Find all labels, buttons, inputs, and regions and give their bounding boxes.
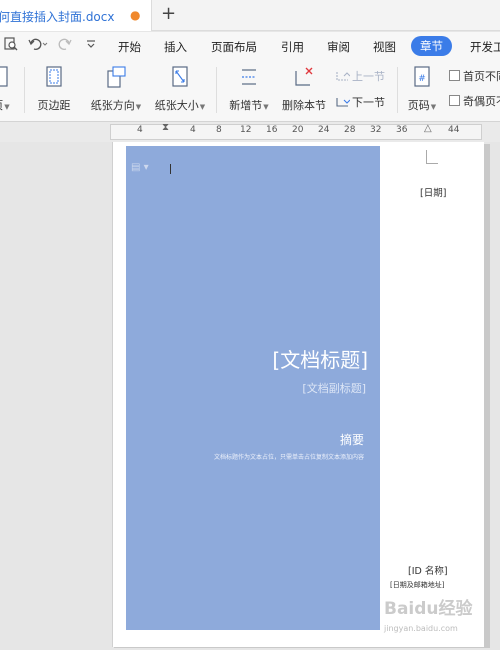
page-size-button[interactable]: 纸张大小▼ xyxy=(153,65,207,117)
tab-bar: 何直接插入封面.docx ● + xyxy=(0,0,500,31)
ruler-tick-label: 20 xyxy=(292,125,304,135)
checkbox-icon xyxy=(449,70,460,81)
orientation-label: 纸张方向 xyxy=(90,99,135,112)
cover-abstract-heading[interactable]: 摘要 xyxy=(340,431,364,448)
cover-date-field[interactable]: [日期] xyxy=(420,185,446,199)
menu-chapter[interactable]: 章节 xyxy=(411,36,452,56)
print-preview-icon[interactable] xyxy=(4,37,18,54)
delete-section-label: 删除本节 xyxy=(282,99,326,112)
text-cursor xyxy=(170,164,171,174)
cover-abstract-body[interactable]: 文档标题作为文本占位，只需单击占位复制文本添加内容 xyxy=(214,452,364,461)
first-page-different-checkbox[interactable]: 首页不同 xyxy=(449,68,500,84)
next-section-label: 下一节 xyxy=(352,96,385,109)
watermark-brand: Baidu经验 xyxy=(384,599,473,619)
next-section-icon xyxy=(336,98,351,107)
odd-even-different-label: 奇偶页不 xyxy=(463,95,500,108)
cover-subtitle[interactable]: [文档副标题] xyxy=(302,380,366,396)
ribbon-separator xyxy=(397,67,398,113)
document-tab-title: 何直接插入封面.docx xyxy=(0,10,115,24)
cover-page-label: 页 xyxy=(0,99,3,112)
menu-view[interactable]: 视图 xyxy=(373,39,396,55)
svg-text:#: # xyxy=(418,74,426,84)
delete-section-button[interactable]: 删除本节 xyxy=(280,65,328,117)
new-section-icon xyxy=(242,69,256,85)
caret-down-icon: ▼ xyxy=(263,103,269,111)
page-size-label: 纸张大小 xyxy=(154,99,199,112)
page-number-label: 页码 xyxy=(407,99,430,112)
margins-button[interactable]: 页边距 xyxy=(35,65,73,117)
ruler-tick-label: 36 xyxy=(396,125,408,135)
ruler-tick-label: 8 xyxy=(216,125,222,135)
caret-down-icon: ▼ xyxy=(430,103,437,111)
ruler-tick-label: 4 xyxy=(137,125,143,135)
ruler-tick-label: 24 xyxy=(318,125,330,135)
redo-icon[interactable] xyxy=(58,37,72,54)
delete-section-icon xyxy=(295,67,313,86)
ruler-tick-label: 16 xyxy=(266,125,278,135)
unsaved-indicator-icon: ● xyxy=(130,8,141,22)
ruler-tick-label: 44 xyxy=(448,125,460,135)
menu-page-layout[interactable]: 页面布局 xyxy=(211,39,257,55)
undo-icon[interactable] xyxy=(28,37,48,54)
ruler-tick-label: 4 xyxy=(190,125,196,135)
first-page-different-label: 首页不同 xyxy=(463,70,500,83)
indent-marker-icon[interactable]: ⧗ xyxy=(162,122,169,133)
cover-id-name-field[interactable]: [ID 名称] xyxy=(408,563,448,577)
caret-down-icon: ▼ xyxy=(199,103,206,111)
ribbon-separator xyxy=(216,67,217,113)
document-tab[interactable]: 何直接插入封面.docx ● xyxy=(0,0,152,31)
paragraph-handle-icon[interactable]: ▤ ▾ xyxy=(131,162,149,173)
prev-section-button[interactable]: 上一节 xyxy=(336,68,385,84)
next-section-button[interactable]: 下一节 xyxy=(336,94,385,110)
right-indent-marker-icon[interactable]: △ xyxy=(424,123,432,134)
quick-access-dropdown-icon[interactable] xyxy=(86,37,96,54)
ruler-tick-label: 32 xyxy=(370,125,382,135)
margins-label: 页边距 xyxy=(37,99,71,112)
cover-page-button[interactable]: 页▼ xyxy=(0,65,12,117)
new-section-button[interactable]: 新增节▼ xyxy=(226,65,272,117)
watermark-url: jingyan.baidu.com xyxy=(384,624,458,633)
menu-review[interactable]: 审阅 xyxy=(327,39,350,55)
new-section-label: 新增节 xyxy=(229,99,263,112)
odd-even-different-checkbox[interactable]: 奇偶页不 xyxy=(449,93,500,109)
page-number-icon: # xyxy=(414,66,430,87)
ruler-tick-label: 12 xyxy=(240,125,252,135)
cover-date-email-field[interactable]: [日期及邮箱地址] xyxy=(390,580,444,590)
ribbon-toolbar: 页▼ 页边距 纸张方向▼ 纸张大小▼ 新增节▼ 删除本节 上一节 下一节 # 页… xyxy=(0,59,500,122)
ruler-tick-label: 28 xyxy=(344,125,356,135)
orientation-icon xyxy=(107,66,126,88)
menu-home[interactable]: 开始 xyxy=(118,39,141,55)
caret-down-icon: ▼ xyxy=(4,103,10,111)
new-tab-button[interactable]: + xyxy=(161,4,176,24)
prev-section-icon xyxy=(336,72,351,81)
margin-crop-mark xyxy=(426,150,438,164)
menu-insert[interactable]: 插入 xyxy=(164,39,187,55)
prev-section-label: 上一节 xyxy=(352,70,385,83)
orientation-button[interactable]: 纸张方向▼ xyxy=(89,65,143,117)
menu-references[interactable]: 引用 xyxy=(281,39,304,55)
ribbon-separator xyxy=(24,67,25,113)
cover-page-icon xyxy=(0,66,8,87)
cover-title[interactable]: [文档标题] xyxy=(272,344,368,373)
menu-bar: 开始 插入 页面布局 引用 审阅 视图 章节 开发工 xyxy=(0,32,500,59)
page-number-button[interactable]: # 页码▼ xyxy=(404,65,440,117)
page-size-icon xyxy=(172,66,188,87)
checkbox-icon xyxy=(449,95,460,106)
menu-developer[interactable]: 开发工 xyxy=(470,39,500,55)
caret-down-icon: ▼ xyxy=(135,103,142,111)
margins-icon xyxy=(46,66,62,87)
